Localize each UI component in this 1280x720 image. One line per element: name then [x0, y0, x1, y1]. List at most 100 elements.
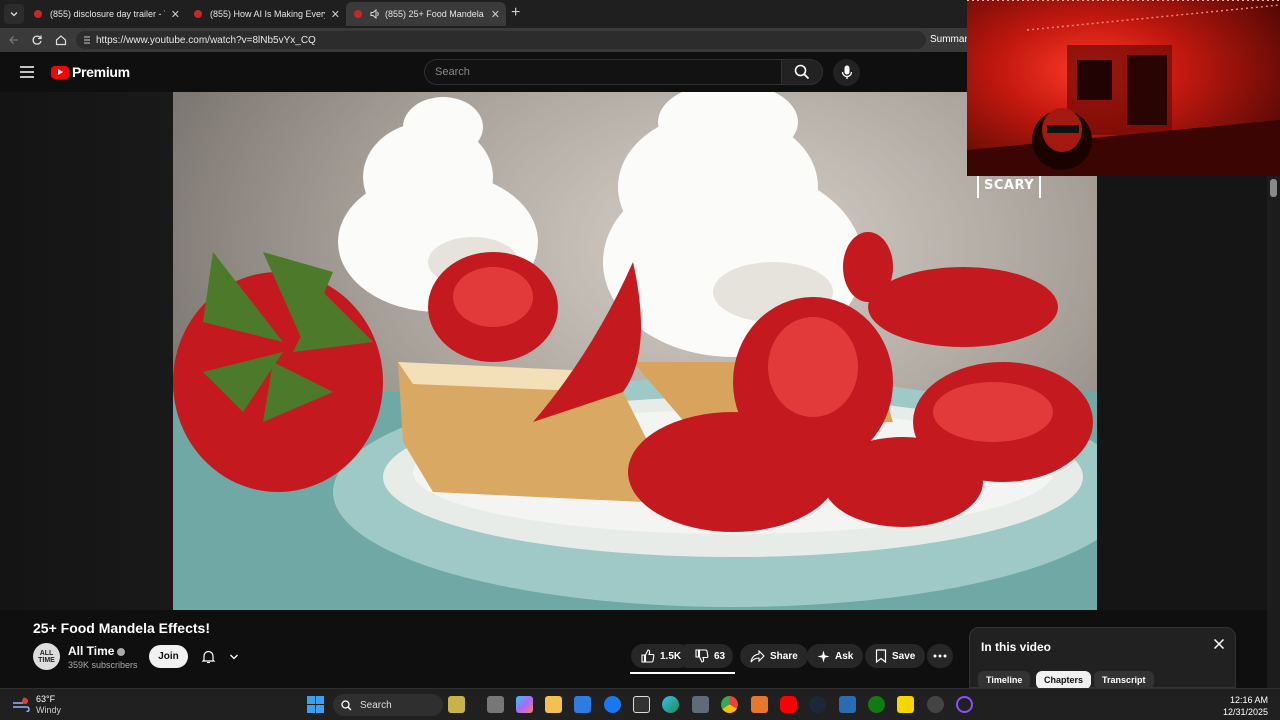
youtube-favicon-icon — [34, 10, 42, 18]
url-text: https://www.youtube.com/watch?v=8lNb5vYx… — [96, 34, 316, 46]
sparkle-icon — [817, 650, 830, 662]
summarize-button[interactable]: Summari — [930, 34, 970, 45]
browser-tab-3-active[interactable]: (855) 25+ Food Mandela Effects ✕ — [346, 2, 506, 26]
xbox-icon[interactable] — [868, 696, 885, 713]
search-icon — [341, 699, 352, 710]
taskbar-search-label: Search — [360, 699, 392, 711]
youtube-play-icon — [51, 65, 69, 79]
hamburger-menu-icon[interactable] — [20, 65, 34, 83]
app-circle-icon[interactable] — [956, 696, 973, 713]
share-label: Share — [770, 650, 798, 662]
save-label: Save — [892, 650, 916, 662]
clock-date: 12/31/2025 — [1222, 707, 1268, 717]
close-tab-icon[interactable]: ✕ — [491, 8, 500, 21]
webcam-overlay — [967, 0, 1280, 176]
edge-browser-icon[interactable] — [662, 696, 679, 713]
youtube-app-icon[interactable] — [780, 696, 797, 713]
tab-list-dropdown[interactable] — [4, 4, 24, 24]
more-horizontal-icon — [933, 654, 947, 658]
subscriber-count: 359K subscribers — [68, 660, 138, 670]
amazon-icon[interactable] — [633, 696, 650, 713]
chevron-down-icon — [10, 12, 18, 17]
verified-check-icon — [117, 647, 126, 656]
vlc-icon[interactable] — [751, 696, 768, 713]
save-button[interactable]: Save — [865, 644, 926, 668]
channel-name-link[interactable]: All Time — [68, 644, 126, 658]
in-this-video-panel: In this video Timeline Chapters Transcri… — [969, 627, 1236, 689]
dislike-button[interactable]: 63 — [685, 644, 734, 668]
search-button[interactable] — [781, 59, 823, 85]
dislike-count: 63 — [714, 650, 726, 662]
copilot-icon[interactable] — [516, 696, 533, 713]
like-ratio-bar — [630, 672, 735, 674]
system-clock[interactable]: 12:16 AM 12/31/2025 — [1223, 694, 1268, 718]
thumbs-up-icon — [641, 649, 655, 663]
video-title: 25+ Food Mandela Effects! — [33, 620, 210, 636]
notification-settings-button[interactable] — [195, 645, 245, 668]
youtube-favicon-icon — [194, 10, 202, 18]
video-player[interactable] — [173, 92, 1097, 610]
voice-search-button[interactable] — [833, 59, 860, 86]
gamepad-app-icon[interactable] — [839, 696, 856, 713]
more-actions-button[interactable] — [927, 644, 953, 668]
channel-name: All Time — [68, 644, 115, 658]
widgets-icon[interactable] — [448, 696, 465, 713]
new-tab-button[interactable]: + — [511, 4, 520, 22]
thumbs-down-icon — [695, 649, 709, 663]
weather-temp: 63°F — [36, 694, 56, 704]
windows-taskbar: 63°F Windy Search 12:16 AM 12/31/2025 — [0, 688, 1280, 720]
like-count: 1.5K — [660, 650, 682, 662]
tab-chapters[interactable]: Chapters — [1036, 671, 1092, 689]
reload-icon[interactable] — [29, 32, 45, 48]
bookmark-icon — [875, 649, 887, 663]
calculator-icon[interactable] — [692, 696, 709, 713]
video-frame-strawberry-shortcake — [173, 92, 1097, 610]
share-button[interactable]: Share — [740, 644, 808, 668]
stream-overlay-badge: SCARY — [977, 176, 1042, 198]
task-view-icon[interactable] — [487, 696, 504, 713]
browser-tab-1[interactable]: (855) disclosure day trailer - YouTube ✕ — [26, 2, 186, 26]
close-panel-button[interactable] — [1213, 637, 1225, 655]
like-button[interactable]: 1.5K — [631, 644, 692, 668]
search-icon — [794, 64, 810, 80]
tab-title: (855) 25+ Food Mandela Effects — [385, 9, 485, 19]
microsoft-store-icon[interactable] — [574, 696, 591, 713]
chevron-down-icon — [229, 654, 238, 659]
tab-transcript[interactable]: Transcript — [1094, 671, 1154, 689]
tab-timeline[interactable]: Timeline — [978, 671, 1031, 689]
browser-tab-2[interactable]: (855) How AI Is Making Everything ✕ — [186, 2, 346, 26]
close-tab-icon[interactable]: ✕ — [331, 8, 340, 21]
url-field[interactable]: https://www.youtube.com/watch?v=8lNb5vYx… — [76, 31, 926, 49]
youtube-favicon-icon — [354, 10, 362, 18]
taskbar-search[interactable]: Search — [333, 694, 443, 716]
facebook-icon[interactable] — [604, 696, 621, 713]
windows-start-icon[interactable] — [307, 696, 324, 713]
youtube-premium-logo[interactable]: Premium — [51, 64, 130, 80]
bell-icon — [201, 650, 216, 664]
home-icon[interactable] — [53, 32, 69, 48]
obs-icon[interactable] — [927, 696, 944, 713]
speaker-icon[interactable] — [370, 9, 381, 19]
ask-button[interactable]: Ask — [807, 644, 864, 668]
close-tab-icon[interactable]: ✕ — [171, 8, 180, 21]
webcam-red-room-image — [967, 0, 1280, 176]
logo-text: Premium — [72, 64, 130, 80]
file-explorer-icon[interactable] — [545, 696, 562, 713]
back-arrow-icon[interactable] — [6, 32, 22, 48]
panel-title: In this video — [981, 640, 1052, 654]
sticky-notes-icon[interactable] — [897, 696, 914, 713]
ask-label: Ask — [835, 650, 854, 662]
microphone-icon — [841, 65, 852, 79]
scrollbar-thumb[interactable] — [1270, 179, 1277, 197]
close-icon — [1213, 638, 1225, 650]
chrome-icon[interactable] — [721, 696, 738, 713]
video-info-section: 25+ Food Mandela Effects! ALL TIME All T… — [0, 610, 960, 688]
channel-avatar[interactable]: ALL TIME — [33, 643, 60, 670]
weather-widget[interactable]: 63°F Windy — [12, 694, 61, 716]
join-button[interactable]: Join — [149, 645, 188, 668]
site-info-icon[interactable] — [82, 35, 92, 45]
steam-icon[interactable] — [809, 696, 826, 713]
search-input[interactable]: Search — [424, 59, 782, 85]
video-side-dark-area — [1097, 176, 1267, 610]
page-scrollbar[interactable] — [1267, 176, 1280, 688]
